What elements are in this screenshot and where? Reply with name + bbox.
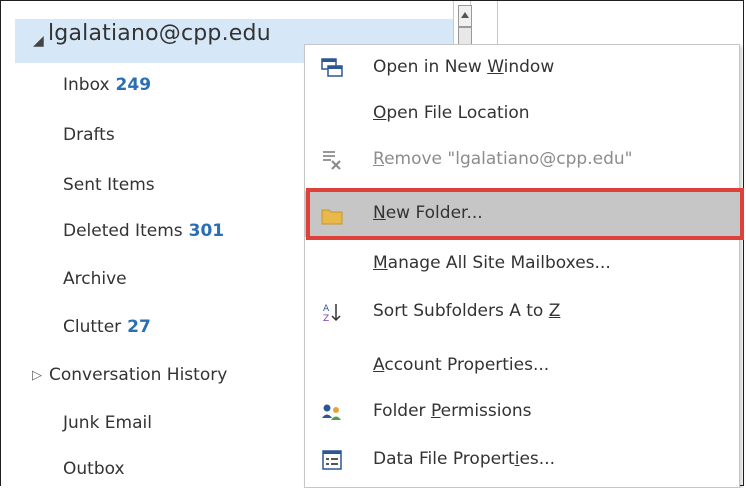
folder-label: Drafts [63,125,115,145]
menu-label: Account Properties... [373,355,550,375]
permissions-icon [322,404,341,420]
folder-label: Archive [63,269,127,289]
menu-label: Open in New Window [373,57,555,77]
folder-label: Deleted Items [63,221,183,241]
account-name[interactable]: lgalatiano@cpp.edu [48,21,271,46]
svg-text:A: A [323,304,330,314]
sort-az-icon: A Z [323,304,341,323]
unread-count: 249 [115,75,152,95]
menu-open-file-location[interactable]: Open File Location [305,91,739,137]
context-menu: Open in New Window Open File Location Re… [304,44,740,488]
expand-arrow-icon[interactable]: ▷ [32,368,42,383]
folder-label: Sent Items [63,175,155,195]
menu-label: Manage All Site Mailboxes... [373,253,611,273]
menu-data-file-properties[interactable]: Data File Properties... [305,437,739,483]
folder-outbox[interactable]: Outbox [63,459,125,479]
collapse-arrow-icon[interactable]: ◢ [33,33,44,49]
data-file-icon [322,450,342,470]
scroll-up-arrow-icon[interactable] [458,5,472,27]
folder-junk-email[interactable]: Junk Email [63,413,152,433]
folder-label: Outbox [63,459,125,479]
folder-deleted-items[interactable]: Deleted Items 301 [63,221,224,241]
folder-archive[interactable]: Archive [63,269,127,289]
unread-count: 301 [188,221,225,241]
unread-count: 27 [127,317,151,337]
pane-divider [497,1,498,45]
svg-text:Z: Z [323,314,329,323]
menu-manage-mailboxes[interactable]: Manage All Site Mailboxes... [305,241,739,287]
menu-new-folder[interactable]: New Folder... [305,191,739,237]
new-window-icon [321,58,343,77]
menu-sort-subfolders[interactable]: A Z Sort Subfolders A to Z [305,289,739,335]
folder-label: Inbox [63,75,110,95]
folder-icon [321,209,343,225]
menu-open-new-window[interactable]: Open in New Window [305,45,739,91]
menu-label: Remove "lgalatiano@cpp.edu" [373,149,633,169]
folder-clutter[interactable]: Clutter 27 [63,317,151,337]
folder-drafts[interactable]: Drafts [63,125,115,145]
folder-sent-items[interactable]: Sent Items [63,175,155,195]
menu-label: Sort Subfolders A to Z [373,301,561,321]
folder-inbox[interactable]: Inbox 249 [63,75,151,95]
menu-label: Open File Location [373,103,530,123]
menu-account-properties[interactable]: Account Properties... [305,343,739,389]
folder-label: Clutter [63,317,122,337]
menu-label: Data File Properties... [373,449,555,469]
menu-label: Folder Permissions [373,401,532,421]
folder-label: Junk Email [63,413,152,433]
menu-folder-permissions[interactable]: Folder Permissions [305,389,739,435]
menu-label: New Folder... [373,203,483,223]
folder-label: Conversation History [49,365,228,385]
folder-conversation-history[interactable]: Conversation History [49,365,227,385]
remove-icon [323,151,341,170]
menu-remove-account: Remove "lgalatiano@cpp.edu" [305,137,739,183]
